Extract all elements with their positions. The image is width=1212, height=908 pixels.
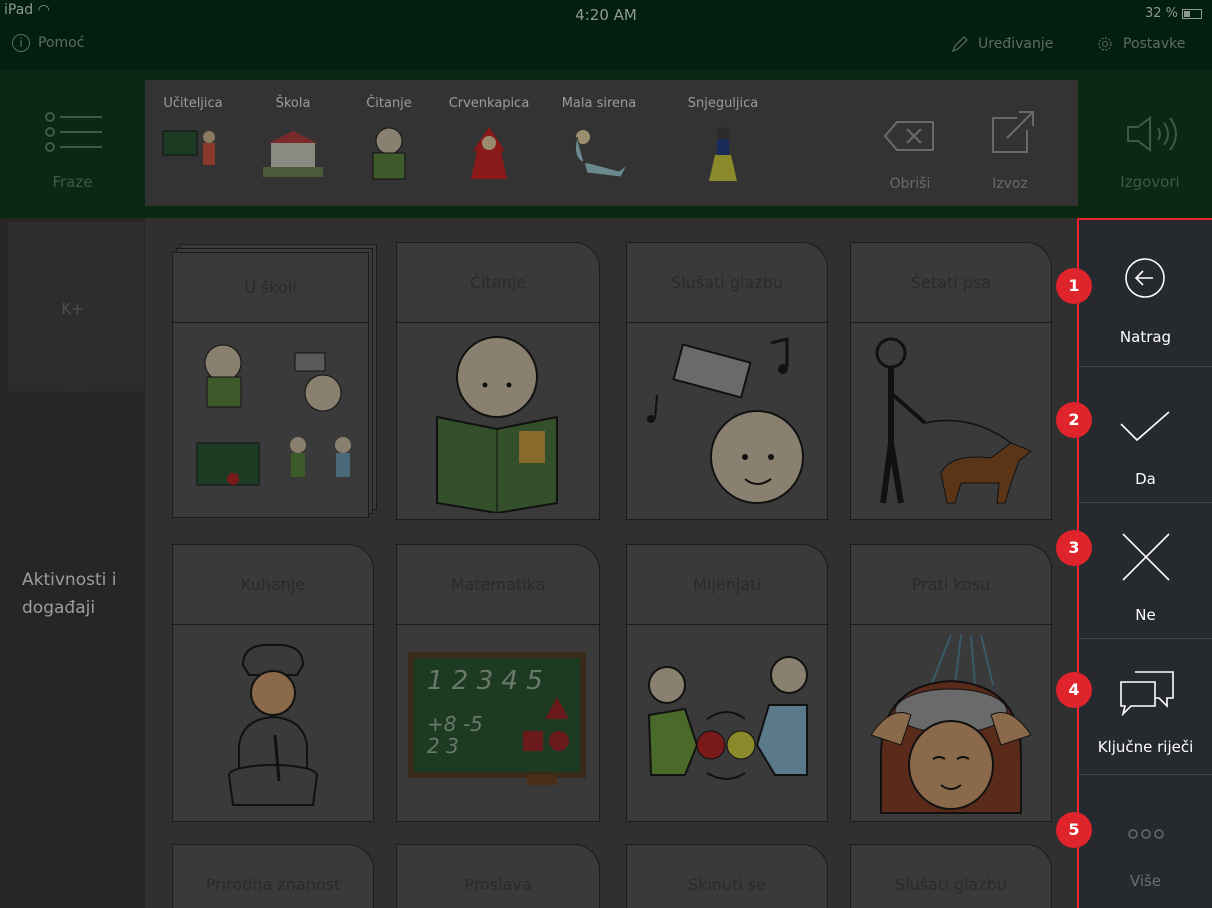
battery-icon bbox=[1182, 8, 1202, 19]
info-icon: i bbox=[12, 34, 30, 52]
speaker-icon bbox=[1127, 116, 1177, 152]
speak-button[interactable]: Izgovori bbox=[1088, 70, 1212, 218]
back-button[interactable]: Natrag bbox=[1079, 220, 1212, 366]
symbol-card[interactable]: Skinuti se bbox=[626, 844, 828, 908]
symbol-card[interactable]: Prati kosu bbox=[850, 544, 1052, 822]
symbol-card[interactable]: Šetati psa bbox=[850, 242, 1052, 520]
washing-hair-icon bbox=[870, 635, 1032, 814]
yes-button[interactable]: Da bbox=[1079, 366, 1212, 502]
symbol-card[interactable]: Matematika 1 2 3 4 5 +8 -5 2 3 bbox=[396, 544, 600, 822]
snow-white-icon bbox=[709, 127, 737, 181]
more-dots-icon bbox=[1128, 829, 1164, 839]
clock: 4:20 AM bbox=[575, 6, 637, 24]
callout-badge-1: 1 bbox=[1056, 268, 1092, 304]
cross-icon bbox=[1122, 533, 1170, 581]
sentence-word[interactable]: Mala sirena bbox=[551, 96, 647, 187]
school-building-icon bbox=[263, 131, 323, 177]
sentence-word[interactable]: Učiteljica bbox=[145, 96, 241, 187]
battery-indicator: 32 % bbox=[1145, 6, 1202, 21]
add-category-button[interactable]: K+ bbox=[0, 300, 145, 318]
reading-child-icon bbox=[436, 336, 558, 513]
settings-button[interactable]: Postavke bbox=[1095, 34, 1185, 54]
no-button[interactable]: Ne bbox=[1079, 502, 1212, 638]
exchange-icon bbox=[647, 656, 808, 780]
callout-badge-4: 4 bbox=[1056, 672, 1092, 708]
teacher-icon bbox=[162, 130, 215, 179]
symbol-card[interactable]: Slušati glazbu bbox=[626, 242, 828, 520]
svg-text:+8 -5: +8 -5 bbox=[427, 712, 483, 736]
reading-child-icon bbox=[372, 127, 406, 180]
svg-text:1 2 3 4 5: 1 2 3 4 5 bbox=[427, 666, 543, 696]
school-collage-icon bbox=[196, 344, 351, 486]
list-icon bbox=[45, 112, 102, 152]
svg-text:2 3: 2 3 bbox=[427, 734, 459, 758]
delete-label: Obriši bbox=[889, 176, 931, 192]
chef-cooking-icon bbox=[228, 643, 318, 806]
callout-badge-5: 5 bbox=[1056, 812, 1092, 848]
more-button[interactable]: Više bbox=[1079, 774, 1212, 908]
symbol-card[interactable]: U školi bbox=[172, 252, 369, 518]
status-bar: iPad ◠ 4:20 AM 32 % i Pomoć Uređivanje P… bbox=[0, 0, 1212, 70]
phrases-button[interactable]: Fraze bbox=[0, 70, 145, 218]
category-label[interactable]: Aktivnosti i događaji bbox=[22, 566, 132, 622]
symbol-card[interactable]: Prirodna znanost bbox=[172, 844, 374, 908]
check-icon bbox=[1120, 411, 1170, 442]
right-menu: Natrag Da Ne Ključne riječi Više bbox=[1077, 218, 1212, 908]
symbol-card[interactable]: Kuhanje bbox=[172, 544, 374, 822]
symbol-card[interactable]: Čitanje bbox=[396, 242, 600, 520]
mermaid-icon bbox=[575, 130, 628, 178]
export-icon[interactable] bbox=[987, 110, 1037, 156]
callout-badge-3: 3 bbox=[1056, 530, 1092, 566]
help-button[interactable]: i Pomoć bbox=[12, 34, 84, 52]
sentence-word[interactable]: Crvenkapica bbox=[441, 96, 537, 187]
pencil-icon bbox=[951, 36, 968, 53]
radio-music-icon bbox=[647, 337, 804, 504]
chat-bubbles-icon bbox=[1120, 671, 1174, 716]
chalkboard-math-icon: 1 2 3 4 5 +8 -5 2 3 bbox=[408, 652, 586, 785]
back-arrow-icon bbox=[1125, 258, 1165, 298]
symbol-card[interactable]: Slušati glazbu bbox=[850, 844, 1052, 908]
keywords-button[interactable]: Ključne riječi bbox=[1079, 638, 1212, 774]
symbol-card[interactable]: Mijenjati bbox=[626, 544, 828, 822]
walking-dog-icon bbox=[875, 337, 1032, 504]
sentence-word[interactable]: Škola bbox=[245, 96, 341, 187]
sentence-word[interactable]: Čitanje bbox=[341, 96, 437, 187]
symbol-card[interactable]: Proslava bbox=[396, 844, 600, 908]
sentence-word[interactable]: Snjeguljica bbox=[675, 96, 771, 187]
gear-icon bbox=[1098, 37, 1112, 51]
export-label: Izvoz bbox=[992, 176, 1028, 192]
red-riding-hood-icon bbox=[471, 127, 507, 179]
delete-icon[interactable] bbox=[883, 118, 937, 154]
edit-button[interactable]: Uređivanje bbox=[950, 34, 1053, 54]
callout-badge-2: 2 bbox=[1056, 402, 1092, 438]
